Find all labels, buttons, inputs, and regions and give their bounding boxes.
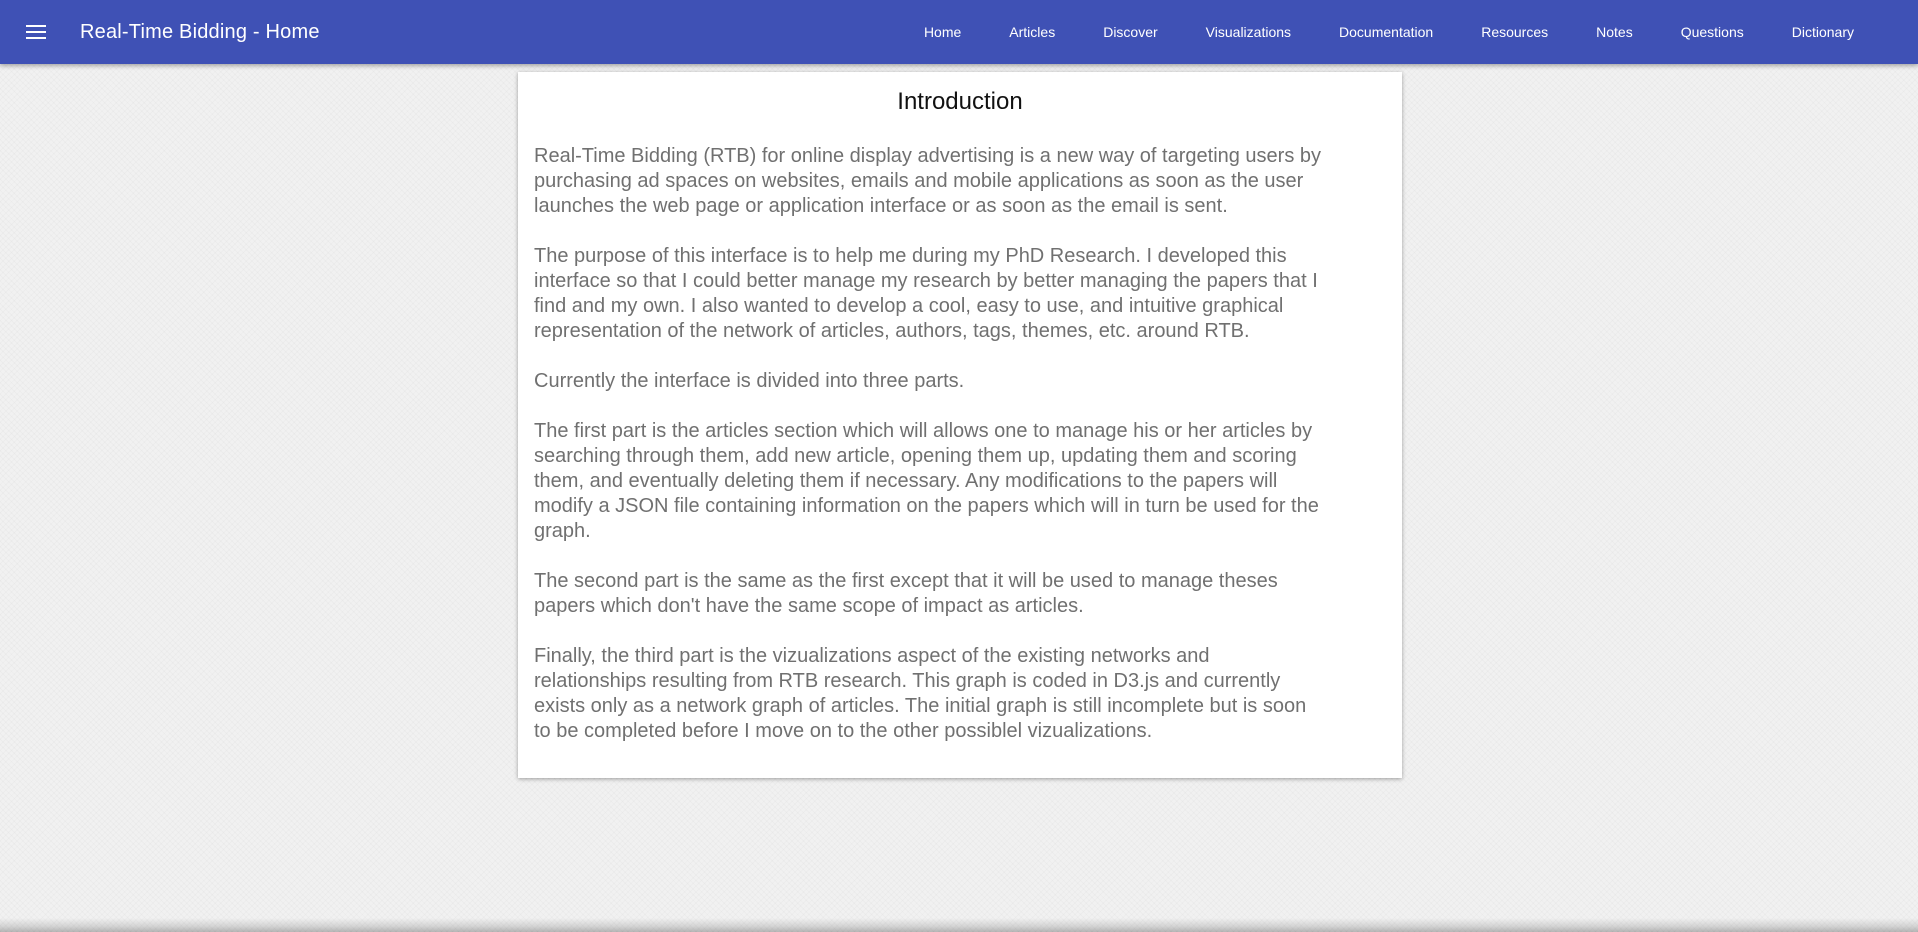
paragraph-first-part: The first part is the articles section w…: [534, 420, 1319, 542]
nav-item-resources[interactable]: Resources: [1457, 0, 1572, 64]
bottom-edge-shadow: [0, 918, 1918, 932]
nav-item-documentation[interactable]: Documentation: [1315, 0, 1457, 64]
paragraph-parts-intro: Currently the interface is divided into …: [534, 370, 965, 392]
hamburger-menu-icon[interactable]: [18, 16, 54, 48]
top-app-bar: Real-Time Bidding - Home Home Articles D…: [0, 0, 1918, 64]
card-body: Real-Time Bidding (RTB) for online displ…: [534, 144, 1324, 744]
app-title: Real-Time Bidding - Home: [80, 21, 320, 43]
nav-item-discover[interactable]: Discover: [1079, 0, 1181, 64]
introduction-card: Introduction Real-Time Bidding (RTB) for…: [518, 72, 1402, 778]
paragraph-second-part: The second part is the same as the first…: [534, 570, 1278, 617]
nav-item-home[interactable]: Home: [900, 0, 985, 64]
nav-item-articles[interactable]: Articles: [985, 0, 1079, 64]
nav-item-visualizations[interactable]: Visualizations: [1182, 0, 1315, 64]
nav-item-notes[interactable]: Notes: [1572, 0, 1657, 64]
card-title: Introduction: [897, 88, 1023, 115]
paragraph-third-part: Finally, the third part is the vizualiza…: [534, 645, 1307, 742]
paragraph-rtb-definition: Real-Time Bidding (RTB) for online displ…: [534, 145, 1322, 217]
main-nav: Home Articles Discover Visualizations Do…: [900, 0, 1878, 64]
nav-item-dictionary[interactable]: Dictionary: [1768, 0, 1878, 64]
paragraph-purpose: The purpose of this interface is to help…: [534, 245, 1318, 342]
nav-item-questions[interactable]: Questions: [1657, 0, 1768, 64]
